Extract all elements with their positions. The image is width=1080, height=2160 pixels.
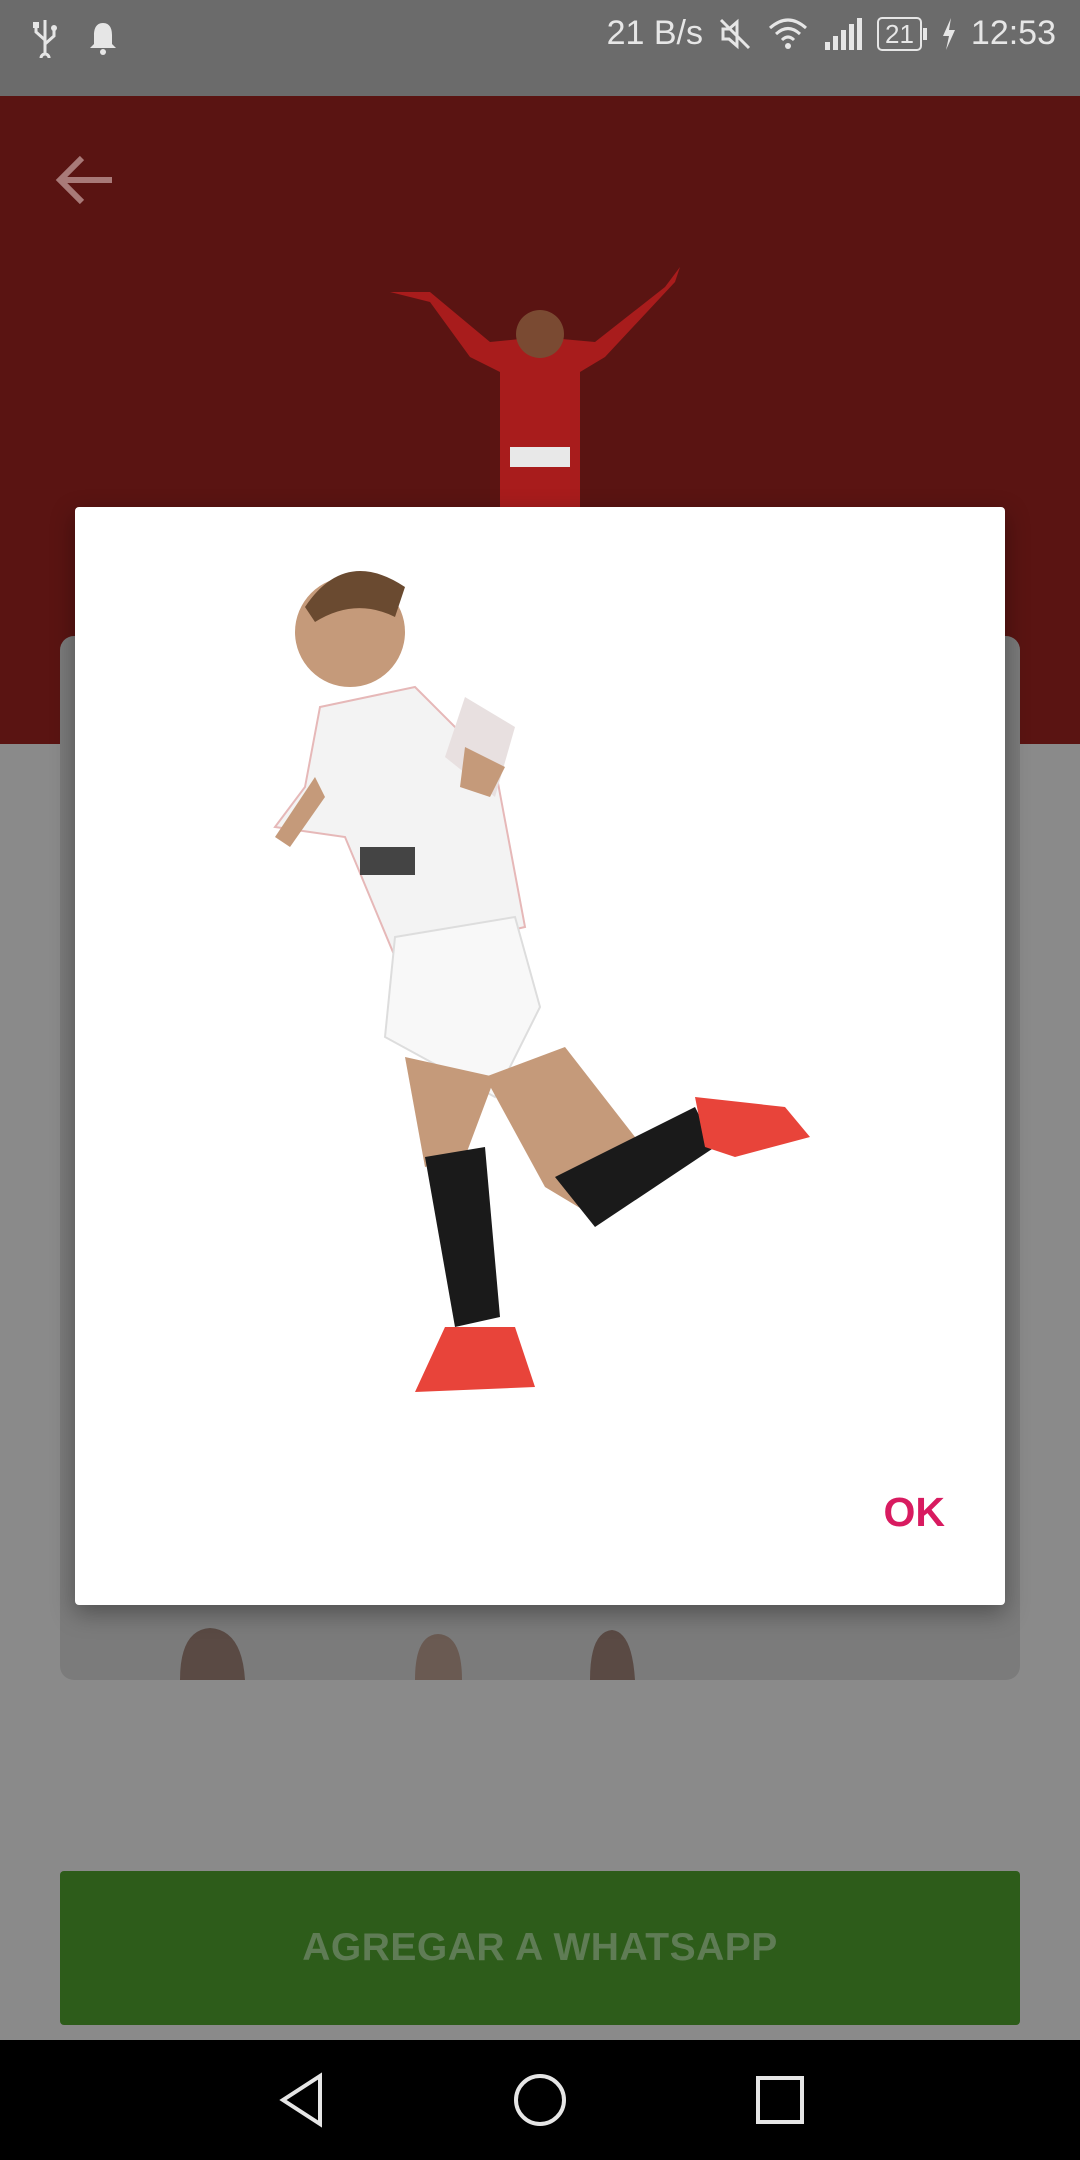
recents-square-icon[interactable] <box>750 2070 810 2130</box>
battery-level: 21 <box>876 16 922 51</box>
mute-icon <box>717 16 753 52</box>
arrow-left-icon <box>55 155 112 205</box>
charging-icon <box>941 17 957 51</box>
add-to-whatsapp-label: AGREGAR A WHATSAPP <box>302 1926 778 1969</box>
sticker-preview-dialog: OK <box>75 507 1005 1605</box>
back-button[interactable] <box>52 150 122 210</box>
sticker-preview-image <box>265 537 915 1417</box>
wifi-icon <box>767 16 809 52</box>
back-triangle-icon[interactable] <box>275 2070 335 2130</box>
usb-icon <box>30 18 60 58</box>
clock: 12:53 <box>970 14 1056 52</box>
ok-button[interactable]: OK <box>884 1489 946 1536</box>
signal-icon <box>823 16 863 52</box>
notification-bell-icon <box>88 20 118 56</box>
home-circle-icon[interactable] <box>510 2070 570 2130</box>
pack-tray-image <box>390 262 690 507</box>
network-speed: 21 B/s <box>606 14 703 52</box>
sticker-thumbnails <box>60 1620 1020 1680</box>
status-bar: 21 B/s 21 12:53 <box>0 0 1080 96</box>
system-nav-bar <box>0 2040 1080 2160</box>
add-to-whatsapp-button[interactable]: AGREGAR A WHATSAPP <box>60 1871 1020 2025</box>
battery-icon: 21 <box>876 16 927 51</box>
